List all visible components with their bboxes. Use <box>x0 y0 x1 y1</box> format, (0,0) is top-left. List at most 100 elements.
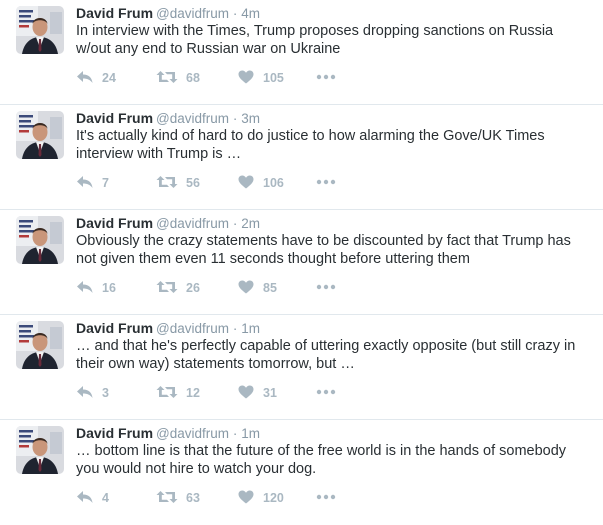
tweet-timestamp[interactable]: 4m <box>241 6 260 21</box>
more-button[interactable] <box>316 383 340 403</box>
retweet-count: 56 <box>186 176 200 190</box>
retweet-count: 12 <box>186 386 200 400</box>
reply-button[interactable]: 7 <box>76 173 126 193</box>
meta-separator: · <box>232 111 238 126</box>
tweet-text: Obviously the crazy statements have to b… <box>76 233 571 267</box>
more-button[interactable] <box>316 278 340 298</box>
author-name[interactable]: David Frum <box>76 110 153 126</box>
meta-separator: · <box>232 426 238 441</box>
heart-icon <box>238 175 254 189</box>
retweet-count: 26 <box>186 281 200 295</box>
tweet-timestamp[interactable]: 3m <box>241 111 260 126</box>
reply-icon <box>77 491 93 503</box>
retweet-icon <box>156 491 178 503</box>
tweet-header: David Frum @davidfrum · 1m <box>76 424 260 443</box>
more-dots-icon <box>316 179 336 185</box>
author-name[interactable]: David Frum <box>76 320 153 336</box>
heart-icon <box>238 280 254 294</box>
tweet-header: David Frum @davidfrum · 3m <box>76 109 260 128</box>
tweet-header: David Frum @davidfrum · 1m <box>76 319 260 338</box>
meta-separator: · <box>232 321 238 336</box>
retweet-icon <box>156 281 178 293</box>
more-dots-icon <box>316 284 336 290</box>
profile-avatar[interactable] <box>16 321 64 369</box>
tweet-text: … and that he's perfectly capable of utt… <box>76 338 576 372</box>
like-count: 106 <box>263 176 284 190</box>
tweet-actions: 4 63 120 <box>76 488 376 508</box>
tweet[interactable]: David Frum @davidfrum · 3m It's actually … <box>0 105 603 210</box>
more-dots-icon <box>316 389 336 395</box>
profile-avatar[interactable] <box>16 111 64 159</box>
like-button[interactable]: 105 <box>238 68 298 88</box>
tweet[interactable]: David Frum @davidfrum · 1m … bottom line … <box>0 420 603 525</box>
tweet-text: It's actually kind of hard to do justice… <box>76 128 545 162</box>
meta-separator: · <box>232 216 238 231</box>
reply-button[interactable]: 24 <box>76 68 126 88</box>
tweet-actions: 16 26 85 <box>76 278 376 298</box>
more-button[interactable] <box>316 173 340 193</box>
like-count: 31 <box>263 386 277 400</box>
profile-avatar[interactable] <box>16 216 64 264</box>
heart-icon <box>238 70 254 84</box>
tweet[interactable]: David Frum @davidfrum · 2m Obviously the … <box>0 210 603 315</box>
like-button[interactable]: 120 <box>238 488 298 508</box>
author-handle[interactable]: @davidfrum <box>156 321 229 336</box>
author-handle[interactable]: @davidfrum <box>156 216 229 231</box>
author-handle[interactable]: @davidfrum <box>156 426 229 441</box>
like-button[interactable]: 106 <box>238 173 298 193</box>
author-handle[interactable]: @davidfrum <box>156 6 229 21</box>
tweet[interactable]: David Frum @davidfrum · 4m In interview w… <box>0 0 603 105</box>
tweet-timestamp[interactable]: 1m <box>241 321 260 336</box>
heart-icon <box>238 490 254 504</box>
retweet-button[interactable]: 26 <box>156 278 216 298</box>
retweet-count: 68 <box>186 71 200 85</box>
tweet-actions: 3 12 31 <box>76 383 376 403</box>
retweet-button[interactable]: 12 <box>156 383 216 403</box>
profile-avatar[interactable] <box>16 6 64 54</box>
tweet-timestamp[interactable]: 2m <box>241 216 260 231</box>
reply-count: 3 <box>102 386 109 400</box>
retweet-button[interactable]: 63 <box>156 488 216 508</box>
reply-icon <box>77 176 93 188</box>
like-button[interactable]: 31 <box>238 383 298 403</box>
profile-avatar[interactable] <box>16 426 64 474</box>
reply-count: 7 <box>102 176 109 190</box>
retweet-count: 63 <box>186 491 200 505</box>
tweet-header: David Frum @davidfrum · 2m <box>76 214 260 233</box>
reply-button[interactable]: 3 <box>76 383 126 403</box>
tweet-header: David Frum @davidfrum · 4m <box>76 4 260 23</box>
like-count: 120 <box>263 491 284 505</box>
more-button[interactable] <box>316 488 340 508</box>
heart-icon <box>238 385 254 399</box>
reply-count: 24 <box>102 71 116 85</box>
more-dots-icon <box>316 74 336 80</box>
reply-count: 16 <box>102 281 116 295</box>
tweet-actions: 7 56 106 <box>76 173 376 193</box>
tweet[interactable]: David Frum @davidfrum · 1m … and that he'… <box>0 315 603 420</box>
reply-button[interactable]: 16 <box>76 278 126 298</box>
tweet-text: In interview with the Times, Trump propo… <box>76 23 554 57</box>
reply-icon <box>77 386 93 398</box>
author-name[interactable]: David Frum <box>76 215 153 231</box>
retweet-icon <box>156 176 178 188</box>
retweet-icon <box>156 386 178 398</box>
reply-icon <box>77 281 93 293</box>
like-count: 85 <box>263 281 277 295</box>
reply-count: 4 <box>102 491 109 505</box>
author-name[interactable]: David Frum <box>76 5 153 21</box>
retweet-button[interactable]: 68 <box>156 68 216 88</box>
author-name[interactable]: David Frum <box>76 425 153 441</box>
more-dots-icon <box>316 494 336 500</box>
reply-button[interactable]: 4 <box>76 488 126 508</box>
retweet-button[interactable]: 56 <box>156 173 216 193</box>
reply-icon <box>77 71 93 83</box>
author-handle[interactable]: @davidfrum <box>156 111 229 126</box>
retweet-icon <box>156 71 178 83</box>
tweet-actions: 24 68 105 <box>76 68 376 88</box>
more-button[interactable] <box>316 68 340 88</box>
tweet-text: … bottom line is that the future of the … <box>76 443 567 477</box>
like-count: 105 <box>263 71 284 85</box>
tweet-timeline: David Frum @davidfrum · 4m In interview w… <box>0 0 603 513</box>
like-button[interactable]: 85 <box>238 278 298 298</box>
tweet-timestamp[interactable]: 1m <box>241 426 260 441</box>
